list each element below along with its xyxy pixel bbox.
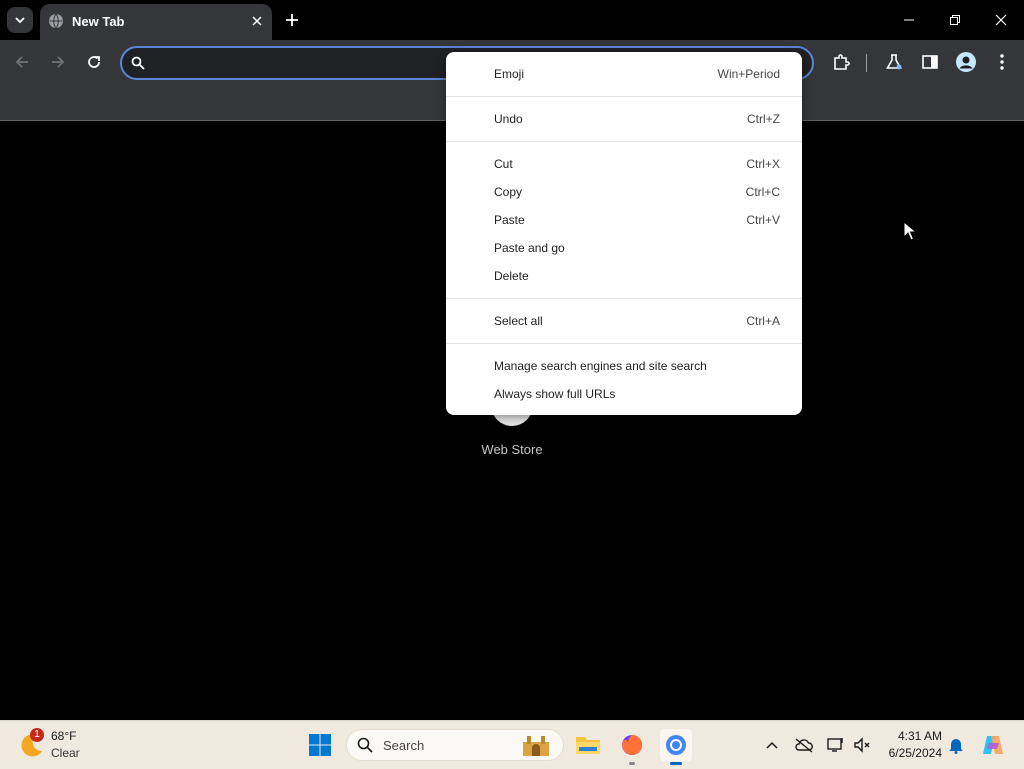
volume-tray-button[interactable] [852, 735, 872, 755]
globe-icon [49, 13, 63, 29]
menu-item-paste-and-go[interactable]: Paste and go [446, 234, 802, 262]
extensions-button[interactable] [829, 50, 853, 74]
weather-temperature: 68°F [51, 729, 77, 743]
arrow-left-icon [15, 56, 28, 68]
taskbar-chrome[interactable] [660, 729, 692, 765]
restore-button[interactable] [932, 0, 978, 40]
reload-button[interactable] [82, 50, 106, 74]
weather-condition: Clear [51, 746, 80, 760]
menu-separator [446, 343, 802, 344]
start-button[interactable] [304, 729, 336, 761]
copilot-icon [983, 736, 1003, 754]
taskbar-search-label: Search [383, 738, 425, 753]
web-store-shortcut-label[interactable]: Web Store [470, 442, 554, 457]
chevron-up-icon [766, 741, 778, 749]
tab-new-tab[interactable]: New Tab [40, 4, 272, 40]
running-indicator [629, 762, 635, 765]
close-icon [995, 14, 1007, 26]
reload-icon [88, 56, 100, 68]
taskbar-search-box[interactable]: Search [346, 729, 564, 761]
minimize-button[interactable] [886, 0, 932, 40]
browser-menu-button[interactable] [990, 50, 1014, 74]
tab-search-button[interactable] [7, 7, 33, 33]
address-input[interactable] [156, 52, 460, 76]
clock-time: 4:31 AM [897, 729, 942, 743]
side-panel-icon [922, 55, 938, 69]
side-panel-button[interactable] [918, 50, 942, 74]
menu-item-delete[interactable]: Delete [446, 262, 802, 290]
search-icon [131, 56, 145, 70]
chrome-icon [666, 735, 686, 755]
menu-separator [446, 141, 802, 142]
menu-item-select-all[interactable]: Select all Ctrl+A [446, 307, 802, 335]
show-hidden-icons-button[interactable] [762, 735, 782, 755]
avatar-icon [956, 52, 976, 72]
close-icon [252, 16, 262, 26]
menu-separator [446, 298, 802, 299]
windows-taskbar: 1 68°F Clear Search 4:31 AM 6/25/2024 [0, 720, 1024, 769]
menu-item-paste[interactable]: Paste Ctrl+V [446, 206, 802, 234]
close-window-button[interactable] [978, 0, 1024, 40]
menu-item-emoji[interactable]: Emoji Win+Period [446, 60, 802, 88]
puzzle-icon [834, 54, 850, 70]
tab-strip: New Tab [0, 0, 1024, 40]
menu-item-copy[interactable]: Copy Ctrl+C [446, 178, 802, 206]
back-button[interactable] [10, 50, 34, 74]
tab-close-button[interactable] [248, 12, 266, 30]
menu-separator [446, 96, 802, 97]
restore-icon [950, 15, 960, 25]
menu-item-manage-search-engines[interactable]: Manage search engines and site search [446, 352, 802, 380]
onedrive-tray-button[interactable] [794, 735, 814, 755]
cloud-offline-icon [795, 738, 813, 753]
monitor-network-icon [827, 738, 843, 752]
mouse-cursor-icon [903, 221, 917, 241]
tab-title: New Tab [72, 14, 125, 29]
minimize-icon [904, 19, 914, 21]
notifications-button[interactable] [946, 735, 966, 755]
search-icon [357, 737, 373, 753]
menu-item-always-show-full-urls[interactable]: Always show full URLs [446, 380, 802, 408]
bell-icon [949, 739, 963, 754]
speaker-muted-icon [854, 737, 870, 753]
flask-icon [886, 54, 902, 70]
windows-logo-icon [309, 734, 331, 756]
search-highlight-illustration-icon [523, 736, 549, 756]
forward-button[interactable] [46, 50, 70, 74]
labs-button[interactable] [882, 50, 906, 74]
context-menu: Emoji Win+Period Undo Ctrl+Z Cut Ctrl+X … [446, 52, 802, 415]
active-app-indicator [670, 762, 682, 765]
copilot-button[interactable] [980, 732, 1006, 758]
folder-icon [576, 737, 600, 754]
weather-notification-badge: 1 [30, 728, 44, 742]
more-vertical-icon [1000, 54, 1004, 70]
taskbar-file-explorer[interactable] [572, 729, 604, 761]
new-tab-button[interactable] [282, 10, 302, 30]
plus-icon [286, 14, 298, 26]
clock-date: 6/25/2024 [888, 746, 942, 760]
menu-item-undo[interactable]: Undo Ctrl+Z [446, 105, 802, 133]
arrow-right-icon [52, 56, 65, 68]
menu-item-cut[interactable]: Cut Ctrl+X [446, 150, 802, 178]
profile-button[interactable] [954, 50, 978, 74]
firefox-icon [622, 734, 643, 755]
taskbar-firefox[interactable] [616, 729, 648, 765]
network-tray-button[interactable] [826, 735, 846, 755]
toolbar-divider [866, 54, 867, 72]
chevron-down-icon [15, 17, 25, 24]
